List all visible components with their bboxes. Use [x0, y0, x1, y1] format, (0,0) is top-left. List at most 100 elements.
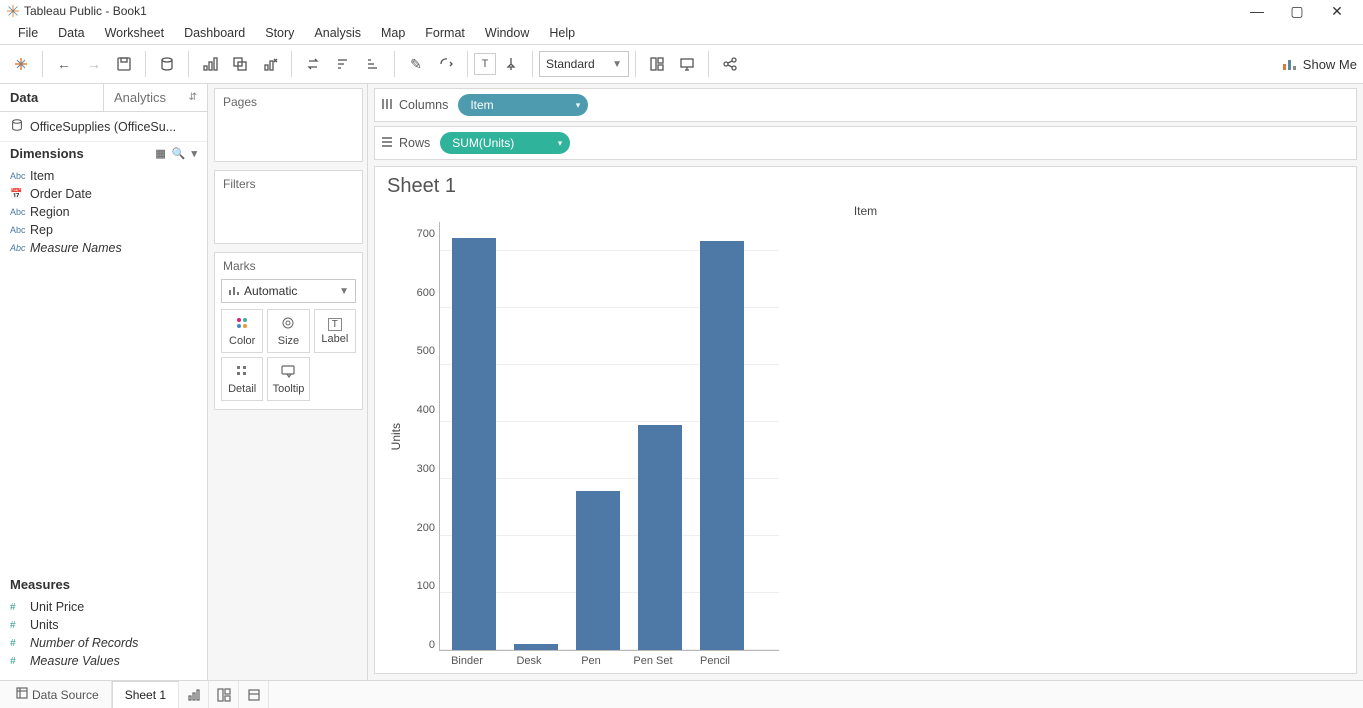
data-source-tab[interactable]: Data Source [4, 681, 112, 708]
group-button[interactable] [431, 49, 461, 79]
minimize-button[interactable]: — [1237, 0, 1277, 22]
field-rep[interactable]: Rep [0, 221, 207, 239]
field-label: Rep [30, 223, 53, 237]
new-story-tab-button[interactable] [239, 681, 269, 708]
bar-desk[interactable] [514, 644, 558, 650]
share-button[interactable] [715, 49, 745, 79]
chart-plot[interactable] [439, 222, 779, 651]
columns-pill-item[interactable]: Item [458, 94, 588, 116]
show-cards-button[interactable] [642, 49, 672, 79]
new-worksheet-tab-button[interactable] [179, 681, 209, 708]
menu-analysis[interactable]: Analysis [304, 24, 371, 42]
bar-binder[interactable] [452, 238, 496, 650]
bar-pencil[interactable] [700, 241, 744, 650]
titlebar: Tableau Public - Book1 — ▢ ✕ [0, 0, 1363, 22]
view-table-icon[interactable]: ▦ [155, 147, 165, 160]
field-number-of-records[interactable]: Number of Records [0, 634, 207, 652]
new-worksheet-button[interactable] [195, 49, 225, 79]
marks-tooltip-button[interactable]: Tooltip [267, 357, 309, 401]
dimensions-list: Item Order Date Region Rep Measure Names [0, 165, 207, 267]
bar-pen-set[interactable] [638, 425, 682, 650]
field-order-date[interactable]: Order Date [0, 185, 207, 203]
show-labels-button[interactable]: T [474, 53, 496, 75]
bar-pen[interactable] [576, 491, 620, 650]
redo-button[interactable]: → [79, 49, 109, 79]
field-region[interactable]: Region [0, 203, 207, 221]
tableau-logo-icon[interactable] [6, 49, 36, 79]
field-label: Number of Records [30, 636, 138, 650]
save-button[interactable] [109, 49, 139, 79]
field-item[interactable]: Item [0, 167, 207, 185]
abc-icon [10, 171, 30, 182]
undo-button[interactable]: ← [49, 49, 79, 79]
maximize-button[interactable]: ▢ [1277, 0, 1317, 22]
dimensions-label: Dimensions [10, 146, 84, 161]
num-icon [10, 620, 30, 631]
field-measure-names[interactable]: Measure Names [0, 239, 207, 257]
filters-shelf[interactable]: Filters [214, 170, 363, 244]
menu-story[interactable]: Story [255, 24, 304, 42]
sort-desc-button[interactable] [358, 49, 388, 79]
rows-icon [381, 136, 393, 151]
rows-shelf-label: Rows [381, 136, 430, 151]
sheet-title[interactable]: Sheet 1 [387, 175, 1344, 198]
marks-type-dropdown[interactable]: Automatic ▼ [221, 279, 356, 303]
show-me-button[interactable]: Show Me [1281, 56, 1357, 72]
num-icon [10, 656, 30, 667]
duplicate-button[interactable] [225, 49, 255, 79]
marks-color-button[interactable]: Color [221, 309, 263, 353]
tab-data[interactable]: Data [0, 84, 103, 111]
rows-pill-sum-units[interactable]: SUM(Units) [440, 132, 570, 154]
columns-shelf-label: Columns [381, 98, 448, 113]
tab-analytics-label: Analytics [114, 90, 166, 105]
measures-header: Measures [0, 573, 207, 596]
field-measure-values[interactable]: Measure Values [0, 652, 207, 670]
measures-label: Measures [10, 577, 70, 592]
date-icon [10, 189, 30, 200]
menu-data[interactable]: Data [48, 24, 94, 42]
menu-dashboard[interactable]: Dashboard [174, 24, 255, 42]
num-icon [10, 602, 30, 613]
menu-window[interactable]: Window [475, 24, 539, 42]
menu-help[interactable]: Help [539, 24, 585, 42]
menu-format[interactable]: Format [415, 24, 475, 42]
marks-detail-button[interactable]: Detail [221, 357, 263, 401]
menu-file[interactable]: File [8, 24, 48, 42]
shelves-column: Pages Filters Marks Automatic ▼ Color Si… [208, 84, 368, 680]
field-unit-price[interactable]: Unit Price [0, 598, 207, 616]
datasource-item[interactable]: OfficeSupplies (OfficeSu... [0, 112, 207, 141]
sort-asc-button[interactable] [328, 49, 358, 79]
search-icon[interactable]: 🔍 [172, 147, 186, 160]
y-axis-title: Units [387, 423, 405, 450]
swap-button[interactable] [298, 49, 328, 79]
menubar: File Data Worksheet Dashboard Story Anal… [0, 22, 1363, 44]
chevron-down-icon: ▼ [339, 286, 349, 297]
clear-button[interactable] [255, 49, 285, 79]
columns-shelf[interactable]: Columns Item [374, 88, 1357, 122]
marks-label-button[interactable]: TLabel [314, 309, 356, 353]
marks-size-button[interactable]: Size [267, 309, 309, 353]
field-label: Order Date [30, 187, 92, 201]
pages-shelf[interactable]: Pages [214, 88, 363, 162]
tab-analytics[interactable]: Analytics⇵ [103, 84, 207, 111]
menu-map[interactable]: Map [371, 24, 415, 42]
new-datasource-button[interactable] [152, 49, 182, 79]
highlight-button[interactable]: ✎ [401, 49, 431, 79]
fit-dropdown[interactable]: Standard ▼ [539, 51, 629, 77]
label-icon: T [328, 318, 342, 331]
new-dashboard-tab-button[interactable] [209, 681, 239, 708]
chevron-down-icon: ▼ [612, 59, 622, 70]
presentation-button[interactable] [672, 49, 702, 79]
field-label: Region [30, 205, 70, 219]
menu-worksheet[interactable]: Worksheet [95, 24, 175, 42]
toolbar: ← → ✎ T Standard ▼ Show Me [0, 44, 1363, 84]
field-units[interactable]: Units [0, 616, 207, 634]
pin-button[interactable] [496, 49, 526, 79]
sheet-tab[interactable]: Sheet 1 [112, 681, 179, 708]
marks-type-label: Automatic [244, 284, 297, 298]
rows-shelf[interactable]: Rows SUM(Units) [374, 126, 1357, 160]
menu-dropdown-icon[interactable]: ▾ [191, 147, 197, 160]
marks-grid: Color Size TLabel Detail Tooltip [221, 309, 356, 401]
close-button[interactable]: ✕ [1317, 0, 1357, 22]
field-label: Unit Price [30, 600, 84, 614]
